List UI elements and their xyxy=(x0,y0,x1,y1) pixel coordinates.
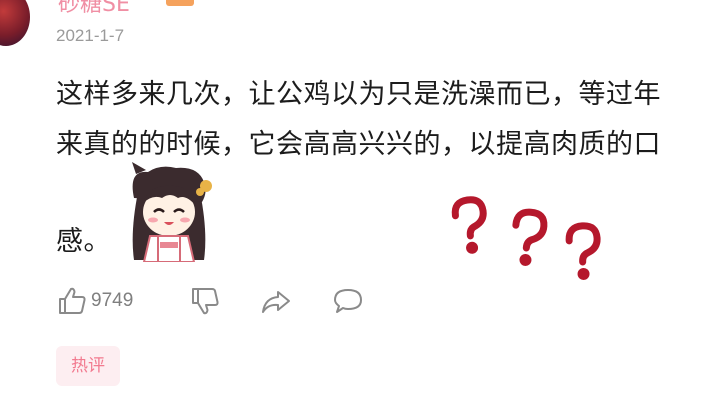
username[interactable]: 砂糖SE xyxy=(58,0,130,18)
share-icon xyxy=(262,291,290,313)
thumbs-up-icon xyxy=(59,287,86,314)
question-mark-icon xyxy=(448,193,490,254)
comment-date: 2021-1-7 xyxy=(56,26,125,45)
comment-text-line-3: 感。 xyxy=(56,226,111,257)
dislike-button[interactable] xyxy=(190,286,220,316)
like-button[interactable]: 9749 xyxy=(57,286,133,316)
share-button[interactable] xyxy=(260,286,292,316)
comment-text-line-1: 这样多来几次，让公鸡以为只是洗澡而已，等过年 xyxy=(56,79,661,110)
level-badge xyxy=(166,0,194,6)
question-mark-icon xyxy=(509,206,551,266)
anime-girl-sticker xyxy=(132,162,212,262)
comment-text-line-2: 来真的的时候，它会高高兴兴的，以提高肉质的口 xyxy=(56,129,661,160)
reply-button[interactable] xyxy=(332,286,364,316)
comment-icon xyxy=(334,289,362,313)
hot-comment-tag: 热评 xyxy=(56,346,120,386)
like-count: 9749 xyxy=(91,290,134,311)
thumbs-down-icon xyxy=(192,288,219,315)
user-avatar[interactable] xyxy=(0,0,30,46)
question-mark-icon xyxy=(562,220,604,280)
